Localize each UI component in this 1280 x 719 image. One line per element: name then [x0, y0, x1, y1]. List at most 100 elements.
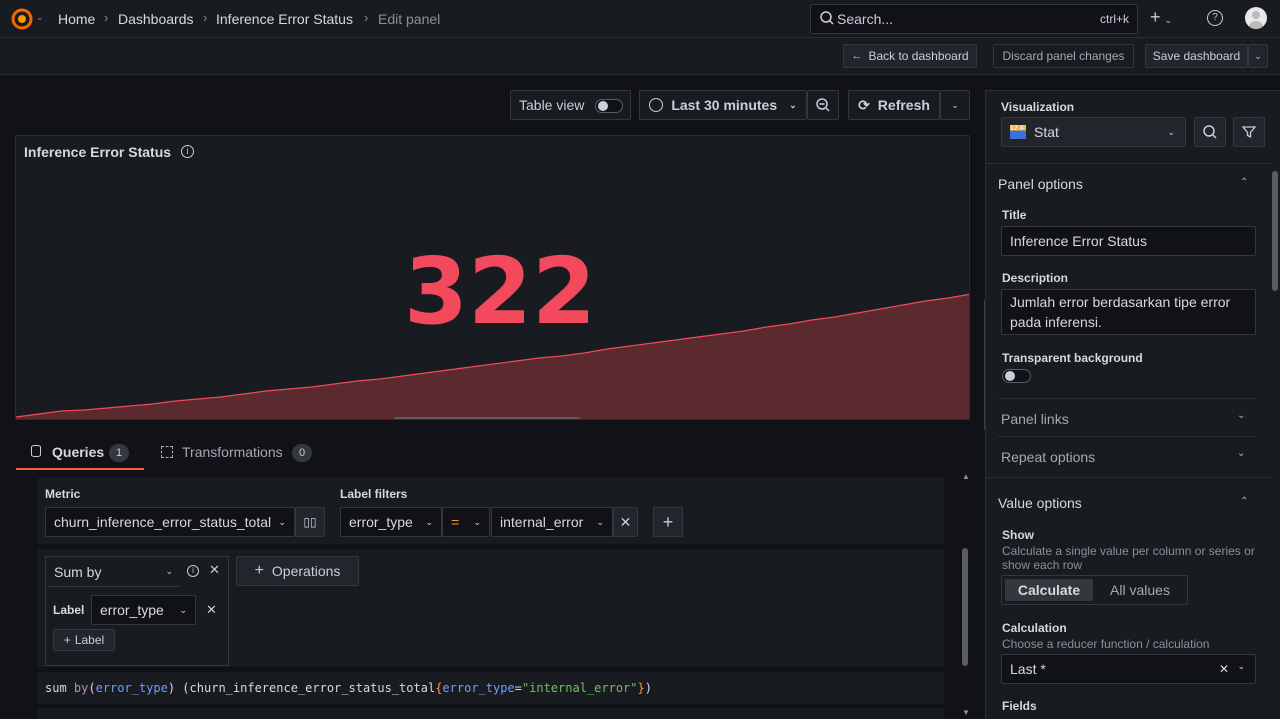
promql-preview: sum by(error_type) (churn_inference_erro…	[38, 672, 944, 704]
chevron-down-icon[interactable]: ⌄	[1237, 661, 1245, 672]
save-options-chevron-icon[interactable]: ⌄	[1248, 44, 1268, 68]
panel-options-header[interactable]: Panel options	[998, 176, 1083, 192]
chevron-down-icon: ⌄	[1167, 126, 1175, 137]
time-range-picker[interactable]: Last 30 minutes ⌄	[639, 90, 807, 120]
metric-label: Metric	[45, 487, 81, 501]
grafana-logo-icon[interactable]	[10, 7, 34, 31]
toggle-switch[interactable]	[595, 99, 623, 113]
chevron-down-icon[interactable]: ⌄	[36, 12, 44, 23]
label-filter-key[interactable]: error_type ⌄	[340, 507, 442, 537]
discard-changes-button[interactable]: Discard panel changes	[993, 44, 1134, 68]
options-scrollbar[interactable]	[1272, 171, 1278, 291]
top-navbar: ⌄ Home › Dashboards › Inference Error St…	[0, 0, 1280, 38]
tab-queries[interactable]: Queries 1	[16, 436, 144, 470]
label-select[interactable]: error_type ⌄	[91, 595, 196, 625]
show-description: Calculate a single value per column or s…	[1002, 544, 1255, 572]
remove-filter-button[interactable]: ✕	[613, 507, 638, 537]
next-row	[38, 708, 944, 719]
stat-value: 322	[404, 238, 597, 345]
refresh-interval-button[interactable]: ⌄	[940, 90, 970, 120]
show-radio-group: Calculate All values	[1001, 575, 1188, 605]
clear-icon[interactable]: ✕	[1219, 662, 1229, 676]
description-textarea[interactable]: Jumlah error berdasarkan tipe error pada…	[1001, 289, 1256, 335]
show-label: Show	[1002, 528, 1034, 542]
divider	[986, 477, 1272, 478]
description-label: Description	[1002, 271, 1069, 285]
back-to-dashboard-button[interactable]: ← Back to dashboard	[843, 44, 977, 68]
add-icon[interactable]: + ⌄	[1150, 7, 1172, 28]
search-icon	[819, 10, 835, 29]
fields-label: Fields	[1002, 699, 1037, 713]
book-icon: ▯▯	[303, 515, 317, 529]
query-editor: Metric churn_inference_error_status_tota…	[0, 470, 985, 719]
stat-panel: Inference Error Status i 322	[15, 135, 970, 420]
help-icon[interactable]: ?	[1207, 10, 1223, 26]
options-pane: Visualization 12.4 Stat ⌄ Panel options …	[985, 90, 1280, 719]
metric-row: Metric churn_inference_error_status_tota…	[38, 478, 944, 544]
scrollbar[interactable]: ▲ ▼	[961, 470, 970, 719]
chevron-down-icon[interactable]: ⌄	[1237, 410, 1245, 421]
operations-row: Sum by ⌄ i ✕ Label error_type ⌄ ✕ + Label…	[38, 549, 944, 667]
stat-icon: 12.4	[1010, 125, 1026, 139]
chevron-down-icon[interactable]: ⌄	[1237, 448, 1245, 459]
close-icon[interactable]: ✕	[209, 562, 220, 578]
chevron-down-icon: ⌄	[165, 566, 173, 576]
breadcrumb-separator: ›	[104, 10, 109, 25]
tab-transformations[interactable]: Transformations 0	[152, 436, 322, 470]
operation-select[interactable]: Sum by ⌄	[46, 557, 181, 587]
title-input[interactable]: Inference Error Status	[1001, 226, 1256, 256]
chevron-down-icon: ⌄	[596, 516, 604, 527]
breadcrumb-dashboards[interactable]: Dashboards	[118, 11, 194, 27]
avatar[interactable]	[1245, 7, 1267, 29]
chevron-down-icon: ⌄	[278, 516, 286, 527]
info-icon[interactable]: i	[181, 145, 194, 158]
transparent-label: Transparent background	[1002, 351, 1143, 365]
add-filter-button[interactable]: +	[653, 507, 683, 537]
zoom-out-icon	[816, 98, 830, 112]
calculate-option[interactable]: Calculate	[1005, 579, 1093, 601]
metrics-explorer-button[interactable]: ▯▯	[295, 507, 325, 537]
operation-card: Sum by ⌄ i ✕ Label error_type ⌄ ✕ + Label	[45, 556, 229, 666]
breadcrumb-separator: ›	[364, 10, 369, 25]
chevron-up-icon[interactable]: ⌃	[1240, 177, 1248, 188]
calculation-select[interactable]: Last * ✕ ⌄	[1001, 654, 1256, 684]
calculation-label: Calculation	[1002, 621, 1067, 635]
chevron-up-icon[interactable]: ⌃	[1240, 496, 1248, 507]
calculation-description: Choose a reducer function / calculation	[1002, 637, 1210, 651]
database-icon	[31, 445, 41, 457]
transform-icon	[161, 446, 173, 458]
chevron-down-icon: ⌄	[789, 99, 797, 110]
search-placeholder: Search...	[837, 11, 894, 27]
breadcrumb-home[interactable]: Home	[58, 11, 95, 27]
zoom-out-button[interactable]	[807, 90, 839, 120]
search-input[interactable]: Search... ctrl+k	[810, 4, 1138, 34]
search-icon	[1203, 125, 1217, 139]
chevron-down-icon: ⌄	[425, 516, 433, 527]
table-view-toggle[interactable]: Table view	[510, 90, 631, 120]
filter-options-button[interactable]	[1233, 117, 1265, 147]
panel-resize-handle[interactable]	[394, 417, 580, 419]
visualization-picker[interactable]: 12.4 Stat ⌄	[1001, 117, 1186, 147]
chevron-down-icon: ⌄	[179, 604, 187, 615]
repeat-options-header[interactable]: Repeat options	[1001, 449, 1095, 465]
add-label-button[interactable]: + Label	[53, 629, 115, 651]
value-options-header[interactable]: Value options	[998, 495, 1082, 511]
label-filter-value[interactable]: internal_error ⌄	[491, 507, 613, 537]
search-options-button[interactable]	[1194, 117, 1226, 147]
close-icon[interactable]: ✕	[206, 602, 217, 618]
refresh-icon: ⟳	[858, 96, 870, 113]
edit-toolbar: ← Back to dashboard Discard panel changes…	[0, 38, 1280, 75]
label-filter-operator[interactable]: = ⌄	[442, 507, 490, 537]
arrow-left-icon: ←	[851, 50, 863, 62]
label-filters-label: Label filters	[340, 487, 408, 501]
add-operation-button[interactable]: + Operations	[236, 556, 359, 586]
save-dashboard-button[interactable]: Save dashboard	[1145, 44, 1248, 68]
breadcrumb-dashboard[interactable]: Inference Error Status	[216, 11, 353, 27]
panel-links-header[interactable]: Panel links	[1001, 411, 1069, 427]
transparent-toggle[interactable]	[1002, 369, 1031, 383]
info-icon[interactable]: i	[187, 565, 199, 577]
divider	[998, 398, 1256, 399]
metric-select[interactable]: churn_inference_error_status_total ⌄	[45, 507, 295, 537]
all-values-option[interactable]: All values	[1098, 579, 1182, 601]
refresh-button[interactable]: ⟳ Refresh	[848, 90, 940, 120]
